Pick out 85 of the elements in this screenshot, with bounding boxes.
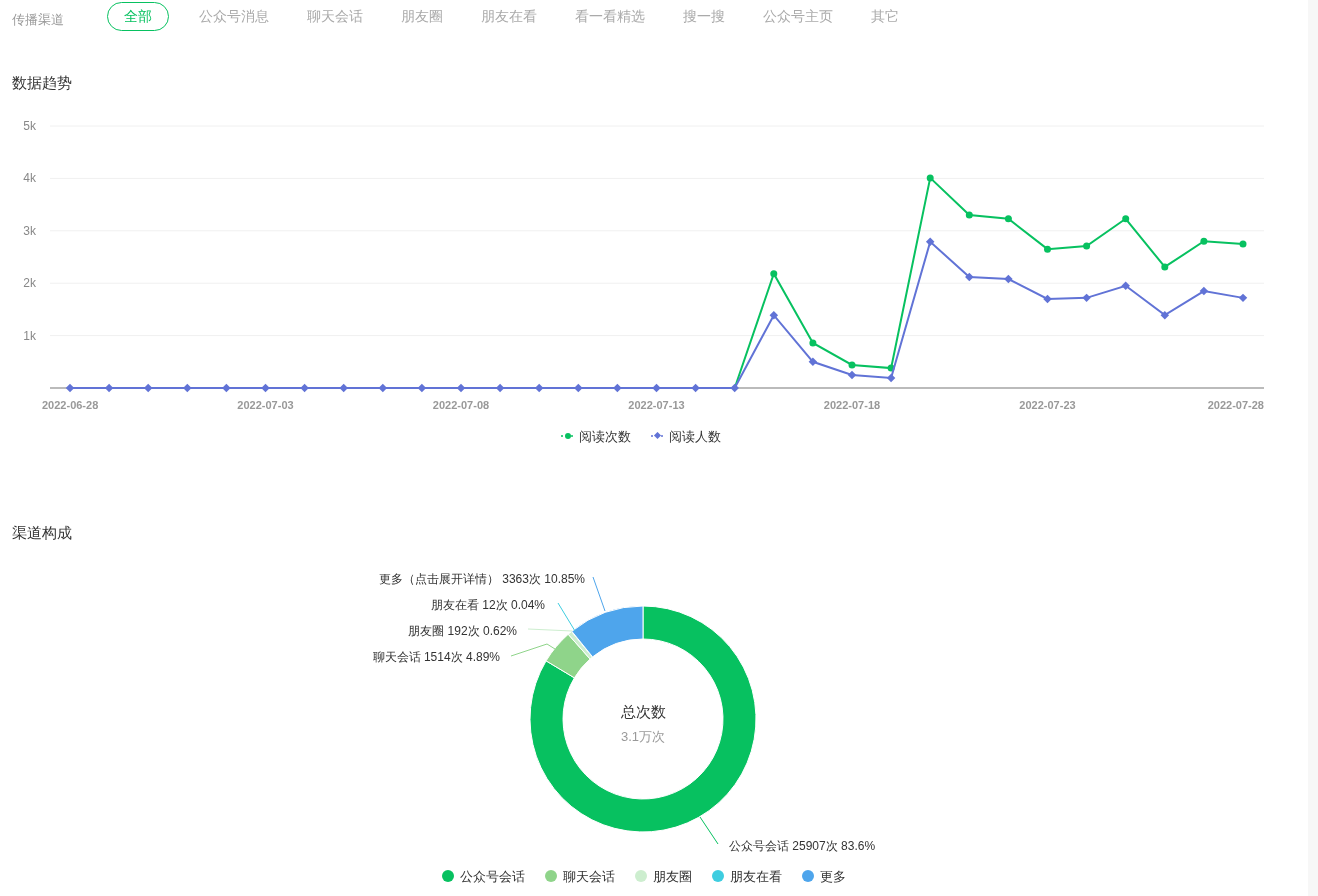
filter-tab[interactable]: 其它 [863, 1, 907, 31]
filter-tab[interactable]: 朋友在看 [473, 1, 545, 31]
x-axis-label: 2022-07-08 [432, 398, 490, 411]
data-point [183, 383, 192, 392]
data-point [691, 383, 700, 392]
data-point [809, 338, 817, 346]
data-point [65, 383, 75, 392]
leader-line [699, 816, 719, 844]
data-point [1239, 239, 1247, 247]
x-axis-label: 2022-06-28 [42, 398, 99, 411]
filter-tab[interactable]: 朋友圈 [393, 1, 451, 31]
y-axis-label: 1k [23, 328, 36, 343]
slice-label: 朋友圈 192次 0.62% [408, 623, 517, 638]
section-title: 数据趋势 [11, 73, 73, 93]
data-point [339, 383, 348, 392]
data-point [847, 370, 857, 379]
x-axis-label: 2022-07-13 [628, 398, 685, 411]
slice-label: 聊天会话 1514次 4.89% [372, 649, 500, 664]
data-point [417, 383, 427, 392]
x-axis-label: 2022-07-18 [823, 398, 881, 411]
data-point [925, 237, 935, 246]
legend-label: 阅读次数 [579, 427, 631, 446]
data-point [886, 373, 896, 382]
legend-marker-icon [561, 432, 575, 441]
data-point [574, 383, 583, 392]
data-point [652, 383, 661, 392]
data-point [770, 269, 778, 277]
filter-tab[interactable]: 公众号主页 [755, 1, 841, 31]
data-point [965, 272, 974, 281]
data-point [1083, 242, 1091, 249]
y-axis-label: 2k [23, 275, 36, 290]
slice-label: 朋友在看 12次 0.04% [430, 597, 545, 612]
data-point [926, 173, 934, 181]
data-point [1044, 245, 1051, 253]
center-value: 3.1万次 [620, 728, 666, 744]
data-point [104, 383, 114, 392]
section-title: 渠道构成 [11, 523, 73, 543]
data-point [1043, 294, 1052, 303]
data-point [848, 360, 856, 368]
slice-label: 更多（点击展开详情） 3363次 10.85% [378, 571, 585, 586]
legend-label: 更多 [820, 867, 846, 886]
legend-marker-icon [651, 432, 665, 441]
x-axis-label: 2022-07-23 [1019, 398, 1076, 411]
filter-tab[interactable]: 看一看精选 [567, 1, 653, 31]
data-point [300, 383, 309, 392]
slice-label: 公众号会话 25907次 83.6% [729, 838, 876, 853]
y-axis-label: 3k [23, 223, 36, 238]
legend-label: 朋友圈 [653, 867, 692, 886]
x-axis-label: 2022-07-28 [1207, 398, 1264, 411]
data-point [1199, 286, 1209, 295]
data-point [965, 211, 973, 219]
filter-label: 传播渠道 [12, 11, 65, 30]
data-point [261, 383, 270, 392]
data-point [1121, 281, 1130, 290]
y-axis-label: 5k [23, 118, 36, 133]
data-point [1238, 293, 1248, 302]
data-point [769, 310, 779, 319]
leader-line [592, 576, 606, 611]
data-point [1200, 237, 1208, 245]
data-point [1004, 214, 1012, 222]
data-point [378, 383, 388, 392]
x-axis-label: 2022-07-03 [237, 398, 294, 411]
data-point [222, 383, 231, 392]
data-point [808, 357, 818, 366]
data-point [1161, 262, 1169, 270]
data-point [730, 383, 739, 392]
data-point [1122, 214, 1130, 222]
data-point [143, 383, 153, 392]
legend-label: 阅读人数 [669, 427, 721, 446]
data-point [1160, 310, 1170, 319]
data-point [534, 383, 544, 392]
data-point [1004, 274, 1013, 283]
data-point [495, 383, 505, 392]
data-point [456, 383, 466, 392]
leader-line [510, 643, 556, 656]
filter-tab[interactable]: 搜一搜 [675, 1, 733, 31]
filter-tab[interactable]: 聊天会话 [299, 1, 371, 31]
legend-label: 聊天会话 [563, 867, 615, 886]
center-label: 总次数 [620, 702, 666, 720]
data-point [613, 383, 622, 392]
data-point [1082, 293, 1091, 302]
legend-label: 朋友在看 [730, 867, 782, 886]
y-axis-label: 4k [23, 170, 36, 185]
filter-tab[interactable]: 公众号消息 [191, 1, 277, 31]
legend-label: 公众号会话 [460, 867, 525, 886]
